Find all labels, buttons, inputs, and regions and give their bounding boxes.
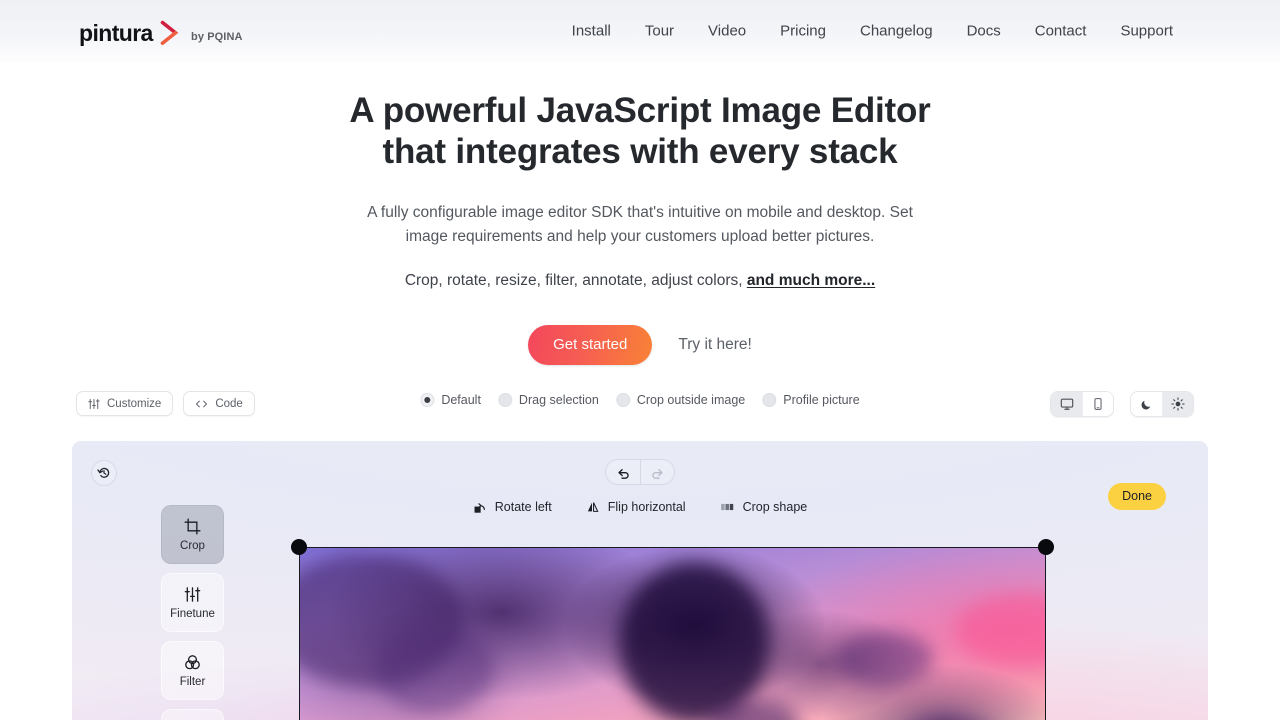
cloud-wisp [836, 630, 934, 688]
demo-controls-left: Customize Code [76, 391, 255, 416]
nav-link-docs[interactable]: Docs [950, 17, 1018, 46]
done-button[interactable]: Done [1108, 483, 1166, 510]
moon-icon [1141, 400, 1151, 409]
svg-text:pintura: pintura [79, 20, 154, 46]
hero-subtitle: A fully configurable image editor SDK th… [367, 204, 913, 245]
try-it-here-link[interactable]: Try it here! [678, 336, 752, 354]
undo-button[interactable] [606, 460, 640, 484]
radio-crop-outside-image[interactable]: Crop outside image [615, 393, 746, 407]
demo-controls-right [1050, 391, 1194, 417]
crop-handle-top-right[interactable] [1038, 539, 1054, 555]
radio-dot-icon [420, 393, 435, 407]
nav-link-pricing[interactable]: Pricing [763, 17, 843, 46]
nav-link-support[interactable]: Support [1103, 17, 1190, 46]
history-revert-icon [97, 467, 110, 478]
rotate-left-button[interactable]: Rotate left [473, 500, 552, 514]
code-label: Code [215, 397, 243, 410]
sliders-icon [184, 586, 201, 602]
redo-icon [652, 468, 663, 479]
sun-icon [1171, 397, 1185, 411]
rotate-left-label: Rotate left [494, 500, 552, 514]
nav-link-contact[interactable]: Contact [1018, 17, 1104, 46]
desktop-icon [1060, 398, 1073, 410]
crop-shape-button[interactable]: Crop shape [720, 500, 808, 514]
tool-rail: Crop Finetune Filter [161, 505, 224, 720]
nav-link-install[interactable]: Install [555, 17, 628, 46]
flip-horizontal-button[interactable]: Flip horizontal [586, 500, 686, 514]
radio-profile-picture-label: Profile picture [783, 393, 860, 407]
sliders-icon [88, 398, 100, 409]
undo-redo-group [605, 459, 675, 485]
cloud-wisp [374, 625, 494, 714]
undo-icon [617, 468, 629, 479]
radio-profile-picture[interactable]: Profile picture [762, 393, 860, 407]
much-more-link[interactable]: and much more... [747, 272, 875, 289]
customize-label: Customize [107, 397, 162, 410]
main-nav: Install Tour Video Pricing Changelog Doc… [555, 17, 1190, 46]
customize-button[interactable]: Customize [76, 391, 174, 416]
crop-shape-icon [720, 503, 734, 511]
filter-circles-icon [185, 654, 200, 669]
site-header: pintura by PQINA Install Tour Video Pric… [0, 0, 1280, 62]
radio-default-label: Default [441, 393, 481, 407]
logo-byline: by PQINA [191, 31, 243, 43]
logo[interactable]: pintura by PQINA [79, 14, 243, 48]
tool-label-finetune: Finetune [170, 607, 215, 620]
rotate-left-icon [474, 503, 485, 513]
hero-section: A powerful JavaScript Image Editor that … [0, 62, 1280, 365]
crop-handle-top-left[interactable] [291, 539, 307, 555]
code-button[interactable]: Code [183, 391, 255, 416]
get-started-button[interactable]: Get started [528, 325, 653, 365]
desktop-view-button[interactable] [1051, 392, 1082, 416]
history-revert-button[interactable] [91, 460, 117, 486]
dark-theme-button[interactable] [1131, 392, 1162, 416]
mode-radio-group: Default Drag selection Crop outside imag… [420, 393, 860, 407]
cloud-wisp [955, 594, 1045, 667]
tool-button-next[interactable] [161, 709, 224, 720]
redo-button[interactable] [640, 460, 674, 484]
nav-link-video[interactable]: Video [691, 17, 763, 46]
theme-toggle [1130, 391, 1194, 417]
mobile-icon [1094, 398, 1102, 410]
crop-icon [184, 517, 201, 535]
tool-label-filter: Filter [179, 675, 206, 688]
mobile-view-button[interactable] [1082, 392, 1113, 416]
radio-dot-icon [615, 393, 630, 407]
crop-image-surface[interactable] [299, 547, 1046, 720]
flip-horizontal-label: Flip horizontal [607, 500, 686, 514]
radio-default[interactable]: Default [420, 393, 481, 407]
page-title-line2: that integrates with every stack [382, 132, 898, 171]
light-theme-button[interactable] [1162, 392, 1193, 416]
radio-dot-icon [497, 393, 512, 407]
hero-features: Crop, rotate, resize, filter, annotate, … [0, 249, 1280, 293]
tool-label-crop: Crop [180, 539, 205, 552]
radio-dot-icon [762, 393, 777, 407]
image-editor: Crop Finetune Filter Rotate left Flip ho… [72, 441, 1208, 720]
crop-actions-row: Rotate left Flip horizontal Crop shape [473, 500, 807, 514]
radio-crop-outside-image-label: Crop outside image [636, 393, 746, 407]
device-toggle [1050, 391, 1114, 417]
crop-shape-label: Crop shape [742, 500, 808, 514]
tool-button-crop[interactable]: Crop [161, 505, 224, 564]
page-title-line1: A powerful JavaScript Image Editor [349, 91, 931, 130]
pintura-logo-icon: pintura [79, 20, 179, 46]
radio-drag-selection-label: Drag selection [518, 393, 599, 407]
code-brackets-icon [196, 400, 208, 407]
nav-link-tour[interactable]: Tour [628, 17, 691, 46]
radio-drag-selection[interactable]: Drag selection [497, 393, 599, 407]
cloud-wisp [620, 563, 770, 720]
page-title: A powerful JavaScript Image Editor that … [0, 90, 1280, 172]
hero-features-text: Crop, rotate, resize, filter, annotate, … [404, 272, 747, 289]
hero-cta-row: Get started Try it here! [0, 293, 1280, 365]
flip-horizontal-icon [587, 502, 599, 512]
tool-button-filter[interactable]: Filter [161, 641, 224, 700]
demo-controls-bar: Customize Code Default Drag selection Cr… [0, 391, 1280, 429]
nav-link-changelog[interactable]: Changelog [843, 17, 950, 46]
tool-button-finetune[interactable]: Finetune [161, 573, 224, 632]
